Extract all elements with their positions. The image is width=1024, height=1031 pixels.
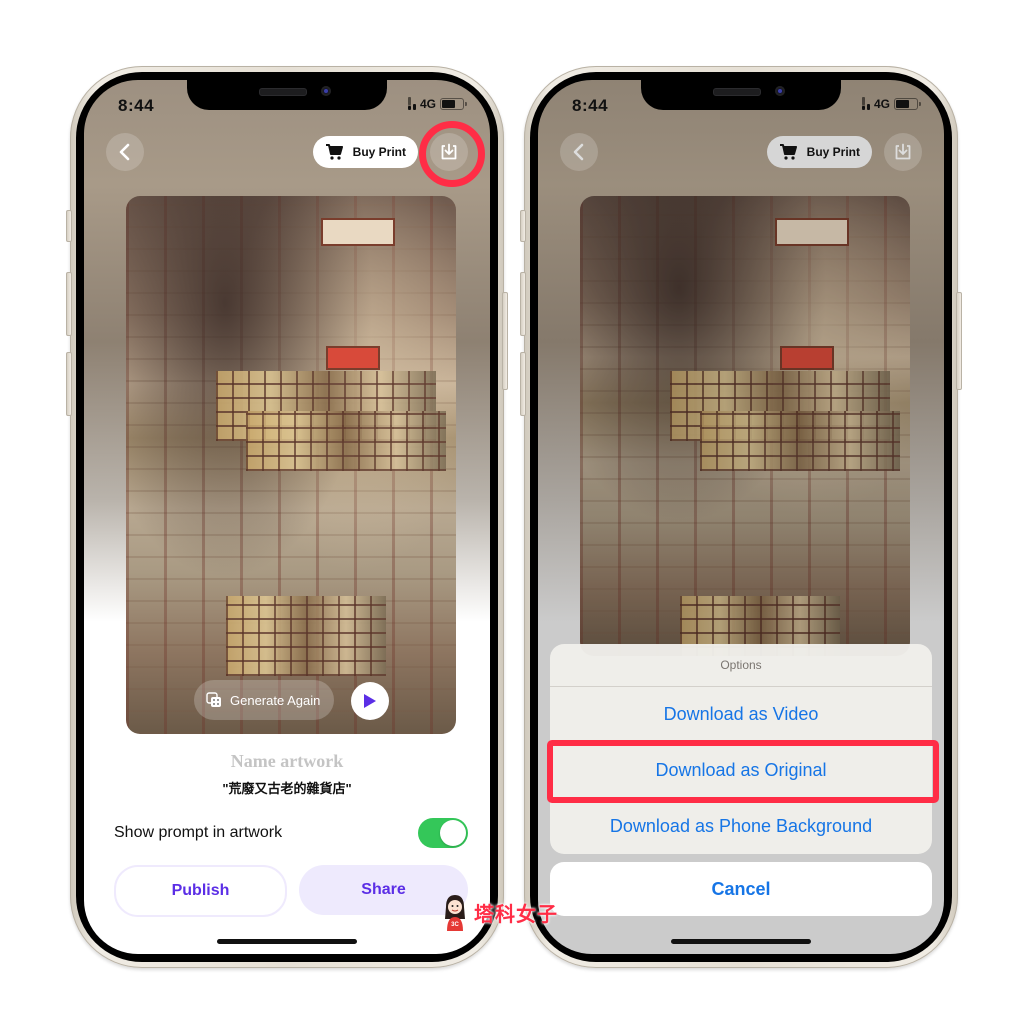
artwork-image <box>580 196 910 656</box>
front-camera <box>775 86 785 96</box>
prompt-text: "荒廢又古老的雜貨店" <box>222 781 352 796</box>
buy-print-button[interactable]: Buy Print <box>312 136 418 168</box>
download-icon <box>895 143 911 160</box>
status-indicators: 4G <box>861 97 921 111</box>
action-buttons: Publish Share <box>114 865 468 917</box>
network-type: 4G <box>873 97 890 111</box>
back-button[interactable] <box>106 133 144 171</box>
chevron-left-icon <box>573 143 584 161</box>
battery-icon <box>894 98 921 110</box>
artwork-shelves <box>226 596 386 676</box>
volume-up-button <box>66 272 72 336</box>
artwork-sign <box>775 218 849 246</box>
watermark-avatar-icon: 3C <box>440 893 470 931</box>
power-button <box>502 292 508 390</box>
battery-icon <box>440 98 467 110</box>
buy-print-label: Buy Print <box>352 145 406 159</box>
artwork-shelves <box>246 411 446 471</box>
screen-artwork-detail: 8:44 4G Buy Print Generate Again Name ar… <box>84 80 490 954</box>
artwork-name-field[interactable]: Name artwork <box>84 751 490 772</box>
play-icon <box>364 694 376 708</box>
dice-icon <box>206 692 221 707</box>
show-prompt-row: Show prompt in artwork <box>114 818 468 848</box>
back-button[interactable] <box>560 133 598 171</box>
artwork-sign <box>780 346 834 370</box>
artwork-shelves <box>700 411 900 471</box>
generate-again-label: Generate Again <box>230 692 321 708</box>
phone-left: 8:44 4G Buy Print Generate Again Name ar… <box>66 66 508 968</box>
download-as-phone-background-option[interactable]: Download as Phone Background <box>550 798 932 854</box>
cart-icon <box>779 144 797 160</box>
silent-switch <box>520 210 526 242</box>
cart-icon <box>325 144 343 160</box>
highlight-rect-annotation <box>547 740 939 803</box>
status-time: 8:44 <box>118 96 155 115</box>
status-indicators: 4G <box>407 97 467 111</box>
download-as-video-option[interactable]: Download as Video <box>550 687 932 742</box>
power-button <box>956 292 962 390</box>
watermark-text: 塔科女子 <box>474 903 558 926</box>
speaker <box>713 88 761 96</box>
chevron-left-icon <box>119 143 130 161</box>
home-indicator[interactable] <box>671 939 811 944</box>
artwork-sign <box>321 218 395 246</box>
play-button[interactable] <box>351 682 389 720</box>
phone-right: 8:44 4G Buy Print Options Download as Vi… <box>520 66 962 968</box>
generate-again-button[interactable]: Generate Again <box>194 680 334 720</box>
silent-switch <box>66 210 72 242</box>
signal-icon <box>861 97 870 110</box>
signal-icon <box>407 97 416 110</box>
notch <box>187 80 387 110</box>
front-camera <box>321 86 331 96</box>
action-sheet-title: Options <box>550 644 932 687</box>
volume-down-button <box>520 352 526 416</box>
highlight-circle-annotation <box>419 121 485 187</box>
watermark: 3C 塔科女子 <box>440 893 558 931</box>
network-type: 4G <box>419 97 436 111</box>
show-prompt-toggle[interactable] <box>418 818 468 848</box>
watermark-badge: 3C <box>451 922 459 928</box>
status-time: 8:44 <box>572 96 609 115</box>
notch <box>641 80 841 110</box>
volume-up-button <box>520 272 526 336</box>
buy-print-label: Buy Print <box>806 145 860 159</box>
artwork-sign <box>326 346 380 370</box>
download-button[interactable] <box>884 133 922 171</box>
screen-download-options: 8:44 4G Buy Print Options Download as Vi… <box>538 80 944 954</box>
home-indicator[interactable] <box>217 939 357 944</box>
show-prompt-label: Show prompt in artwork <box>114 824 283 841</box>
buy-print-button[interactable]: Buy Print <box>766 136 872 168</box>
speaker <box>259 88 307 96</box>
volume-down-button <box>66 352 72 416</box>
publish-button[interactable]: Publish <box>114 865 287 917</box>
artwork-image[interactable]: Generate Again <box>126 196 456 734</box>
cancel-button[interactable]: Cancel <box>550 862 932 916</box>
